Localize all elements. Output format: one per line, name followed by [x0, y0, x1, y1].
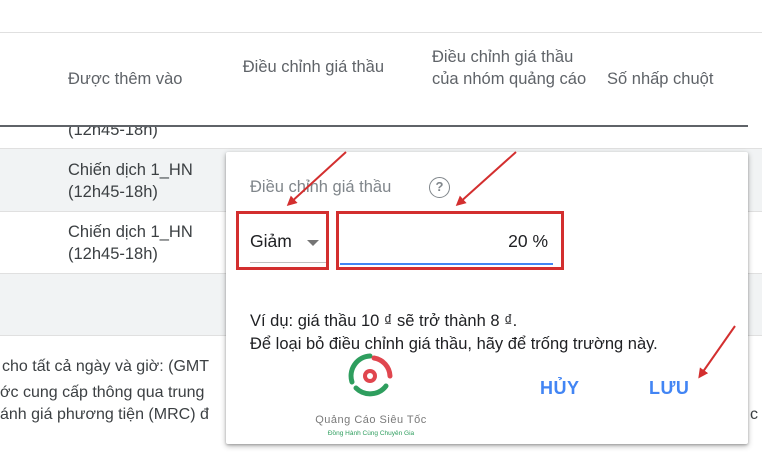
column-header-added-to[interactable]: Được thêm vào: [68, 68, 183, 90]
campaign-schedule: (12h45-18h): [68, 245, 158, 263]
logo-mark-icon: [348, 353, 393, 397]
footer-note-3: ánh giá phương tiện (MRC) đ: [0, 406, 209, 423]
campaign-schedule: (12h45-18h): [68, 183, 158, 201]
dialog-title: Điều chỉnh giá thầu: [250, 178, 392, 196]
footer-note-2: ớc cung cấp thông qua trung: [0, 384, 205, 401]
cell-added-to: Chiến dịch 1_HN (12h45-18h): [68, 221, 193, 265]
top-strip: [0, 0, 762, 33]
footer-note-3-tail: c: [750, 406, 758, 423]
highlight-box-percent: [336, 211, 564, 270]
table-row[interactable]: (12h45-18h): [0, 127, 762, 149]
help-icon[interactable]: ?: [429, 177, 450, 198]
column-header-ad-group-bid-adjustment[interactable]: Điều chỉnh giá thầu của nhóm quảng cáo: [432, 46, 592, 90]
column-header-bid-adjustment[interactable]: Điều chỉnh giá thầu: [230, 56, 384, 78]
logo-name: Quảng Cáo Siêu Tốc: [315, 414, 427, 426]
example-line-1: Ví dụ: giá thầu 10 ₫ sẽ trở thành 8 ₫.: [250, 312, 518, 330]
cell-added-to: (12h45-18h): [68, 127, 158, 139]
column-header-clicks[interactable]: Số nhấp chuột: [607, 68, 713, 90]
campaign-name: Chiến dịch 1_HN: [68, 161, 193, 179]
watermark-logo: Quảng Cáo Siêu Tốc Đồng Hành Cùng Chuyên…: [286, 352, 456, 444]
bid-adjustment-dialog: Điều chỉnh giá thầu ? Giảm 20 % Ví dụ: g…: [226, 152, 748, 444]
table-header: Được thêm vào Điều chỉnh giá thầu Điều c…: [0, 34, 762, 126]
cell-added-to: Chiến dịch 1_HN (12h45-18h): [68, 159, 193, 203]
logo-slogan: Đồng Hành Cùng Chuyên Gia: [327, 430, 415, 437]
footer-note-1: cho tất cả ngày và giờ: (GMT: [2, 358, 210, 375]
save-button[interactable]: LƯU: [649, 378, 689, 399]
highlight-box-direction: [236, 211, 329, 270]
cancel-button[interactable]: HỦY: [540, 378, 580, 399]
campaign-name: Chiến dịch 1_HN: [68, 223, 193, 241]
example-text: Ví dụ: giá thầu 10 ₫ sẽ trở thành 8 ₫. Đ…: [250, 310, 658, 356]
